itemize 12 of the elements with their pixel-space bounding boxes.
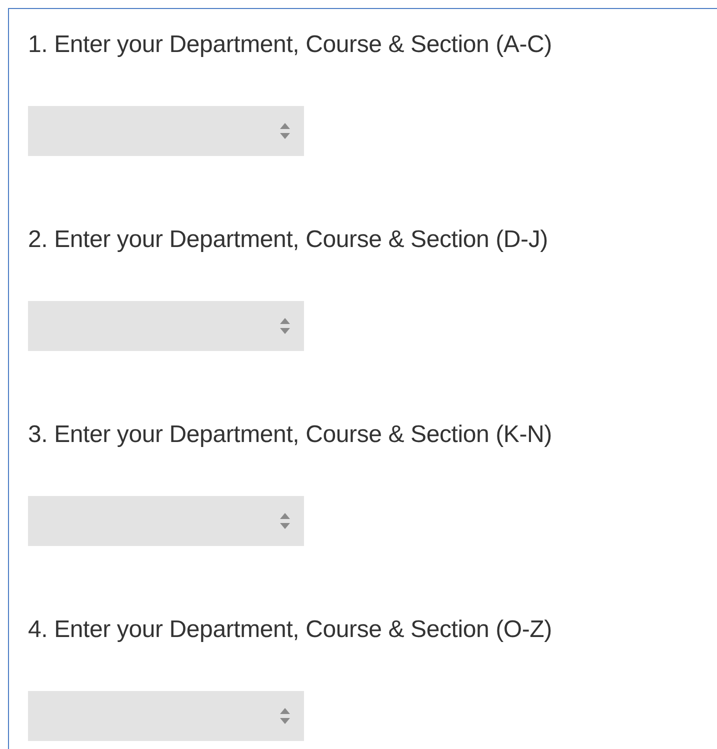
dropdown-select[interactable] (28, 301, 304, 351)
question-label: 3. Enter your Department, Course & Section (K-N) (28, 420, 553, 450)
question-label: 1. Enter your Department, Course & Section (A-C) (28, 30, 553, 60)
dropdown-select[interactable] (28, 496, 304, 546)
sort-arrows-icon (279, 707, 291, 725)
sort-arrows-icon (279, 122, 291, 140)
question-label: 4. Enter your Department, Course & Section (O-Z) (28, 615, 553, 645)
sort-arrows-icon (279, 317, 291, 335)
sort-arrows-icon (279, 512, 291, 530)
question-label: 2. Enter your Department, Course & Section (D-J) (28, 225, 549, 255)
dropdown-select[interactable] (28, 691, 304, 741)
dropdown-select[interactable] (28, 106, 304, 156)
